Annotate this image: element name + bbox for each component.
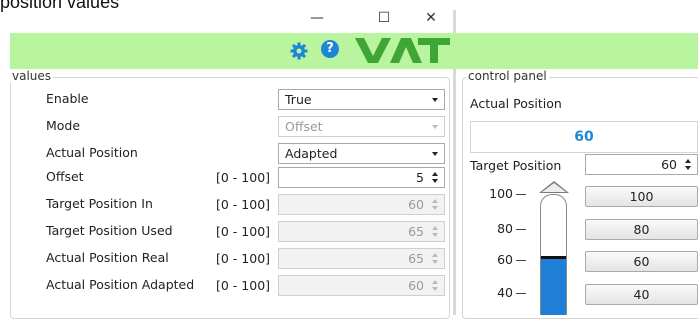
chevron-down-icon[interactable] [432,152,438,156]
preset-position-button[interactable]: 100 [585,186,698,207]
gauge-fill [541,258,566,315]
spin-down-icon [432,233,438,237]
spin-up-icon [432,226,438,230]
spin-up-icon [432,199,438,203]
preset-position-button[interactable]: 40 [585,284,698,305]
values-group-title: values [10,69,54,83]
number-spinbox: 60 [278,275,445,296]
gauge-tick-label: 40 [482,285,526,300]
help-icon[interactable]: ? [321,40,339,58]
gauge-tick-label: 100 [482,186,526,201]
spinbox-value: 60 [408,278,424,293]
gauge-tick-value: 100 [489,186,513,201]
gauge-tick-value: 80 [497,221,513,236]
caption-text: position values [0,0,120,12]
number-spinbox: 65 [278,221,445,242]
chevron-down-icon [432,125,438,129]
gauge-tick-line [516,293,526,294]
range-label: [0 - 100] [216,197,271,212]
dropdown-value: True [285,92,312,107]
close-button[interactable]: ✕ [411,6,451,30]
spin-up-icon[interactable] [685,159,691,163]
gauge-tick-line [516,260,526,261]
target-position-spinbox[interactable]: 60 [585,154,698,175]
preset-position-button[interactable]: 80 [585,219,698,240]
dropdown-value: Adapted [285,146,338,161]
number-spinbox: 65 [278,248,445,269]
gauge-level-marker [541,256,566,259]
number-spinbox: 60 [278,194,445,215]
actual-position-label: Actual Position [470,96,562,111]
range-label: [0 - 100] [216,251,271,266]
gear-icon[interactable] [289,41,309,61]
spin-down-icon [432,260,438,264]
dropdown-select: Offset [278,116,445,137]
range-label: [0 - 100] [216,170,271,185]
row-label: Actual Position Adapted [46,277,195,292]
gauge-tick-label: 80 [482,221,526,236]
spin-down-icon [432,206,438,210]
row-label: Target Position Used [46,223,173,238]
row-label: Actual Position Real [46,250,169,265]
spin-down-icon [432,287,438,291]
gauge-tick-value: 40 [497,285,513,300]
maximize-button[interactable]: ☐ [364,6,404,30]
spin-down-icon[interactable] [685,166,691,170]
chevron-down-icon[interactable] [432,98,438,102]
dropdown-select[interactable]: Adapted [278,143,445,164]
preset-position-button[interactable]: 60 [585,251,698,272]
target-position-value: 60 [661,157,677,172]
spin-up-icon [432,253,438,257]
spin-down-icon[interactable] [432,179,438,183]
number-spinbox[interactable]: 5 [278,167,445,188]
target-position-label: Target Position [470,158,562,173]
spin-up-icon [432,280,438,284]
vat-logo [355,38,450,63]
spinbox-value: 60 [408,197,424,212]
control-panel-title: control panel [466,69,549,83]
row-label: Mode [46,118,81,133]
toolbar [10,33,698,69]
actual-position-display: 60 [470,121,698,153]
minimize-button[interactable]: — [297,6,337,30]
row-label: Enable [46,91,89,106]
range-label: [0 - 100] [216,224,271,239]
gauge-pointer-icon[interactable] [537,180,571,195]
dropdown-value: Offset [285,119,323,134]
row-label: Offset [46,169,84,184]
row-label: Actual Position [46,145,138,160]
gauge-tick-line [516,229,526,230]
gauge-tick-label: 60 [482,252,526,267]
dropdown-select[interactable]: True [278,89,445,110]
spinbox-value: 65 [408,251,424,266]
position-gauge [540,194,567,315]
spinbox-value: 5 [416,170,424,185]
gauge-tick-line [516,194,526,195]
spin-up-icon[interactable] [432,172,438,176]
range-label: [0 - 100] [216,278,271,293]
row-label: Target Position In [46,196,153,211]
spinbox-value: 65 [408,224,424,239]
gauge-tick-value: 60 [497,252,513,267]
